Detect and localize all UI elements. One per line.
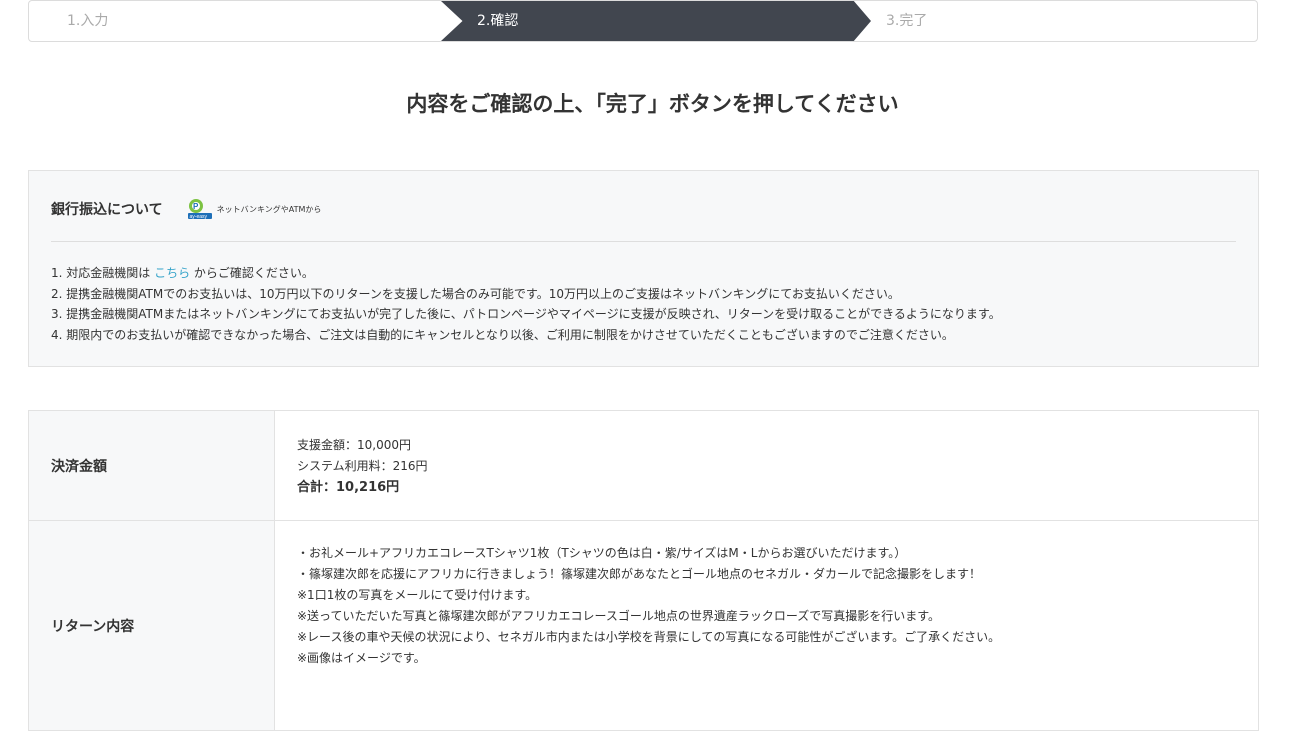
reward-line: ※画像はイメージです。: [297, 651, 426, 665]
reward-line: ※レース後の車や天候の状況により、セネガル市内または小学校を背景にしての写真にな…: [297, 630, 1001, 644]
note-text: からご確認ください。: [190, 266, 314, 280]
bank-transfer-info: 銀行振込について P ay-easy ネットバンキングやATMから 1. 対応金…: [28, 170, 1259, 367]
payment-amount-row: 決済金額 支援金額：10,000円 システム利用料：216円 合計：10,216…: [28, 410, 1259, 521]
payeasy-logo: P ay-easy ネットバンキングやATMから: [187, 198, 322, 220]
bank-notes-list: 1. 対応金融機関は こちら からご確認ください。 2. 提携金融機関ATMでの…: [51, 263, 1001, 345]
divider: [51, 241, 1236, 242]
reward-line: ・お礼メール+アフリカエコレースTシャツ1枚（Tシャツの色は白・紫/サイズはM・…: [297, 546, 907, 560]
institutions-link[interactable]: こちら: [154, 266, 190, 280]
support-amount: 支援金額：10,000円: [297, 438, 411, 452]
order-details-table: 決済金額 支援金額：10,000円 システム利用料：216円 合計：10,216…: [28, 410, 1259, 731]
payeasy-icon: P ay-easy: [187, 199, 212, 220]
svg-text:ay-easy: ay-easy: [189, 214, 207, 220]
svg-text:P: P: [193, 202, 199, 211]
reward-line: ・篠塚建次郎を応援にアフリカに行きましょう！篠塚建次郎があなたとゴール地点のセネ…: [297, 567, 982, 581]
bank-note-2: 2. 提携金融機関ATMでのお支払いは、10万円以下のリターンを支援した場合のみ…: [51, 286, 900, 301]
page-title: 内容をご確認の上、「完了」ボタンを押してください: [406, 92, 899, 116]
payeasy-caption: ネットバンキングやATMから: [216, 204, 322, 214]
payment-amount-label: 決済金額: [28, 410, 275, 521]
step-confirm-active: 2.確認: [441, 1, 871, 41]
bank-transfer-header: 銀行振込について P ay-easy ネットバンキングやATMから: [51, 198, 322, 220]
reward-line: ※1口1枚の写真をメールにて受け付けます。: [297, 588, 538, 602]
progress-steps: 1.入力 2.確認 3.完了: [28, 0, 1258, 42]
step-input: 1.入力: [67, 13, 109, 29]
reward-label: リターン内容: [28, 520, 275, 731]
step-complete: 3.完了: [886, 13, 928, 29]
reward-line: ※送っていただいた写真と篠塚建次郎がアフリカエコレースゴール地点の世界遺産ラック…: [297, 609, 941, 623]
reward-description: ・お礼メール+アフリカエコレースTシャツ1枚（Tシャツの色は白・紫/サイズはM・…: [274, 520, 1259, 731]
bank-transfer-title: 銀行振込について: [51, 202, 163, 218]
note-text: 1. 対応金融機関は: [51, 266, 155, 280]
bank-note-1: 1. 対応金融機関は こちら からご確認ください。: [51, 263, 1001, 284]
bank-note-4: 4. 期限内でのお支払いが確認できなかった場合、ご注文は自動的にキャンセルとなり…: [51, 327, 954, 342]
system-fee: システム利用料：216円: [297, 459, 428, 473]
bank-note-3: 3. 提携金融機関ATMまたはネットバンキングにてお支払いが完了した後に、パトロ…: [51, 307, 1001, 321]
payment-amount-values: 支援金額：10,000円 システム利用料：216円 合計：10,216円: [274, 410, 1259, 521]
total-amount: 合計：10,216円: [297, 480, 400, 495]
reward-row: リターン内容 ・お礼メール+アフリカエコレースTシャツ1枚（Tシャツの色は白・紫…: [28, 520, 1259, 731]
